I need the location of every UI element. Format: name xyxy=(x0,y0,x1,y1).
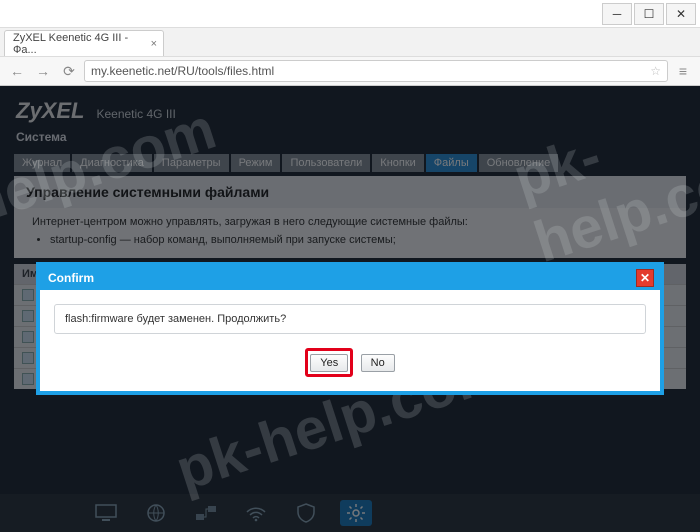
bookmark-star-icon[interactable]: ☆ xyxy=(650,64,661,78)
window-close-button[interactable]: ✕ xyxy=(666,3,696,25)
window-titlebar: ─ ☐ ✕ xyxy=(0,0,700,28)
dialog-close-button[interactable]: ✕ xyxy=(636,269,654,287)
browser-tabstrip: ZyXEL Keenetic 4G III - Фа... × xyxy=(0,28,700,56)
browser-tab-close-icon[interactable]: × xyxy=(151,38,157,50)
reload-icon[interactable]: ⟳ xyxy=(58,60,80,82)
browser-toolbar: ← → ⟳ my.keenetic.net/RU/tools/files.htm… xyxy=(0,56,700,86)
dialog-title: Confirm xyxy=(48,271,94,285)
dialog-buttons: Yes No xyxy=(54,348,646,377)
address-bar[interactable]: my.keenetic.net/RU/tools/files.html ☆ xyxy=(84,60,668,82)
forward-icon[interactable]: → xyxy=(32,60,54,82)
confirm-dialog: Confirm ✕ flash:firmware будет заменен. … xyxy=(36,262,664,395)
dialog-titlebar: Confirm ✕ xyxy=(40,266,660,290)
highlight-ring: Yes xyxy=(305,348,353,377)
address-text: my.keenetic.net/RU/tools/files.html xyxy=(91,64,274,78)
window-maximize-button[interactable]: ☐ xyxy=(634,3,664,25)
window-minimize-button[interactable]: ─ xyxy=(602,3,632,25)
dialog-message: flash:firmware будет заменен. Продолжить… xyxy=(54,304,646,334)
browser-tab-title: ZyXEL Keenetic 4G III - Фа... xyxy=(13,32,139,56)
back-icon[interactable]: ← xyxy=(6,60,28,82)
browser-menu-icon[interactable]: ≡ xyxy=(672,60,694,82)
no-button[interactable]: No xyxy=(361,354,395,372)
dialog-body: flash:firmware будет заменен. Продолжить… xyxy=(40,290,660,391)
content-area: ZyXEL Keenetic 4G III Система Журнал Диа… xyxy=(0,86,700,532)
yes-button[interactable]: Yes xyxy=(310,354,348,372)
browser-tab[interactable]: ZyXEL Keenetic 4G III - Фа... × xyxy=(4,30,164,56)
